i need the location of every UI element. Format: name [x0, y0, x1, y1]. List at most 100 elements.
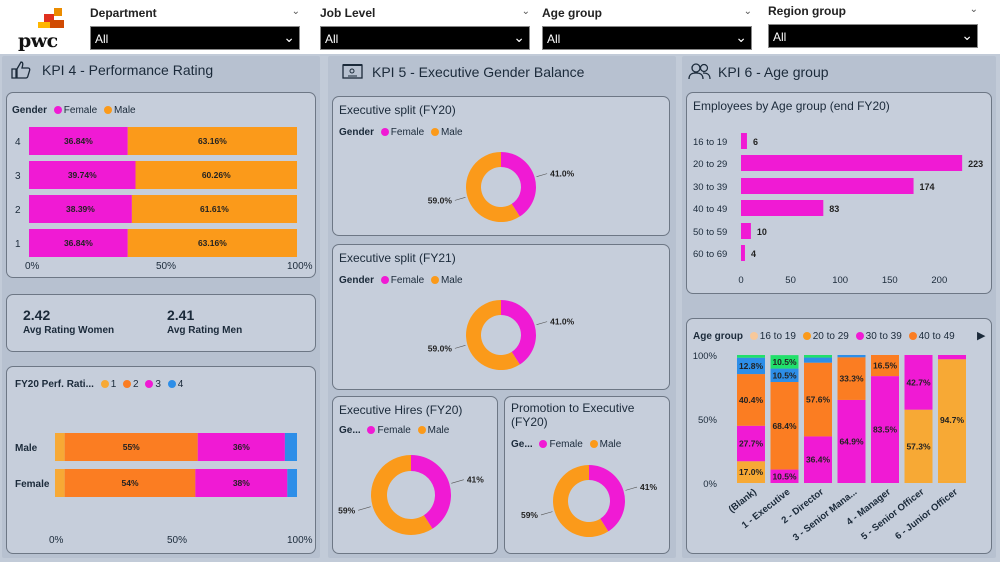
data-label: 83.5% — [873, 425, 898, 435]
data-label: 39.74% — [68, 170, 97, 180]
data-label: 61.61% — [200, 204, 229, 214]
leader-line — [454, 345, 466, 349]
leader-line — [536, 173, 548, 177]
x-tick-label: 50 — [785, 275, 796, 286]
fy20-perf-card: FY20 Perf. Rati... 1 2 3 4 Male 55% 36% Fem… — [6, 366, 316, 554]
job-level-dropdown[interactable]: All ⌄ — [320, 26, 530, 50]
chevron-down-icon[interactable]: ⌄ — [292, 6, 300, 17]
data-label: 68.4% — [772, 421, 797, 431]
bar — [741, 133, 747, 149]
x-tick-50: 50% — [167, 535, 188, 546]
age-count-card: Employees by Age group (end FY20) 16 to … — [686, 92, 992, 294]
data-label: 36% — [233, 442, 250, 452]
data-label: 57.6% — [806, 395, 831, 405]
y-tick-label: 100% — [693, 351, 718, 362]
region-group-slicer: Region group ⌄ All ⌄ — [768, 2, 978, 48]
kpi5-column: KPI 5 - Executive Gender Balance Executi… — [328, 56, 676, 558]
bar-segment — [55, 469, 65, 497]
y-tick-label: 0% — [703, 479, 717, 490]
bar-segment — [284, 433, 297, 461]
y-tick-label: Female — [15, 479, 50, 490]
kpi4-title: KPI 4 - Performance Rating — [42, 62, 214, 78]
chevron-down-icon[interactable]: ⌄ — [744, 6, 752, 17]
data-label: 38% — [233, 478, 250, 488]
x-tick-label: 0 — [738, 275, 743, 286]
data-label: 59.0% — [428, 195, 453, 205]
presentation-icon — [342, 64, 363, 79]
perf-by-gender-card: Gender Female Male 4 36.84% 63.16% 3 39.74% 6… — [6, 92, 316, 278]
avg-men-value: 2.41 — [167, 307, 195, 323]
region-group-dropdown[interactable]: All ⌄ — [768, 24, 978, 48]
bar-segment — [737, 355, 765, 358]
dashboard-body: KPI 4 - Performance Rating Gender Female… — [0, 54, 1000, 562]
kpi6-column: KPI 6 - Age group Employees by Age group… — [682, 56, 996, 558]
data-label: 4 — [751, 249, 756, 259]
x-tick-0: 0% — [49, 535, 64, 546]
split21-card: Executive split (FY21) Gender Female Mal… — [332, 244, 670, 390]
x-tick-label: 200 — [931, 275, 947, 286]
promo-donut: 41% 59% — [521, 465, 657, 537]
y-tick-label: 2 — [15, 205, 21, 216]
y-tick-label: 16 to 19 — [693, 137, 727, 148]
y-tick-label: 1 — [15, 239, 21, 250]
hires-donut: 41% 59% — [338, 455, 484, 535]
split21-donut: 41.0% 59.0% — [428, 300, 575, 370]
data-label: 63.16% — [198, 238, 227, 248]
x-tick-100: 100% — [287, 261, 313, 272]
data-label: 36.84% — [64, 238, 93, 248]
bar — [741, 245, 745, 261]
y-tick-label: 20 to 29 — [693, 159, 727, 170]
data-label: 54% — [122, 478, 139, 488]
data-label: 83 — [829, 204, 839, 214]
y-tick-label: 3 — [15, 171, 21, 182]
data-label: 63.16% — [198, 136, 227, 146]
x-tick-50: 50% — [156, 261, 177, 272]
promo-card: Promotion to Executive (FY20) Ge... Fema… — [504, 396, 670, 554]
department-value: All — [95, 32, 109, 46]
job-level-label: Job Level — [320, 6, 376, 20]
data-label: 41% — [467, 475, 484, 485]
bar-segment — [938, 480, 966, 483]
leader-line — [536, 321, 548, 325]
data-label: 10.5% — [772, 370, 797, 380]
split20-card: Executive split (FY20) Gender Female Mal… — [332, 96, 670, 236]
y-tick-label: 50 to 59 — [693, 227, 727, 238]
data-label: 16.5% — [873, 361, 898, 371]
kpi5-title: KPI 5 - Executive Gender Balance — [372, 64, 585, 80]
chevron-down-icon: ⌄ — [513, 29, 525, 45]
chevron-down-icon: ⌄ — [283, 29, 295, 45]
bar-segment — [287, 469, 297, 497]
hires-card: Executive Hires (FY20) Ge... Female Male… — [332, 396, 498, 554]
leader-line — [454, 197, 466, 201]
bar-segment — [804, 355, 832, 358]
data-label: 59% — [521, 510, 538, 520]
chevron-down-icon[interactable]: ⌄ — [522, 6, 530, 17]
data-label: 10.5% — [772, 357, 797, 367]
data-label: 223 — [968, 159, 983, 169]
data-label: 41.0% — [550, 317, 575, 327]
job-level-value: All — [325, 32, 339, 46]
data-label: 33.3% — [839, 374, 864, 384]
y-tick-label: Male — [15, 443, 38, 454]
donut-slice — [411, 455, 451, 529]
bar-segment — [837, 355, 866, 358]
bar-segment — [55, 433, 65, 461]
age-by-level-card: Age group 16 to 19 20 to 29 30 to 39 40 … — [686, 318, 992, 554]
x-tick-label: 150 — [882, 275, 898, 286]
y-tick-label: 30 to 39 — [693, 182, 727, 193]
avg-women-value: 2.42 — [23, 307, 51, 323]
data-label: 94.7% — [940, 415, 965, 425]
age-group-dropdown[interactable]: All ⌄ — [542, 26, 752, 50]
chevron-down-icon[interactable]: ⌄ — [970, 4, 978, 15]
age-by-level-chart: 100%50%0%17.0%27.7%40.4%12.8%(Blank)10.5… — [693, 351, 966, 543]
data-label: 10 — [757, 227, 767, 237]
data-label: 6 — [753, 137, 758, 147]
age-group-slicer: Age group ⌄ All ⌄ — [542, 4, 752, 50]
department-label: Department — [90, 6, 157, 20]
bar — [741, 223, 751, 239]
data-label: 36.84% — [64, 136, 93, 146]
top-bar: pwc Department ⌄ All ⌄ Job Level ⌄ All ⌄… — [0, 0, 1000, 54]
data-label: 40.4% — [739, 395, 764, 405]
pwc-logo-text: pwc — [18, 30, 58, 52]
department-dropdown[interactable]: All ⌄ — [90, 26, 300, 50]
